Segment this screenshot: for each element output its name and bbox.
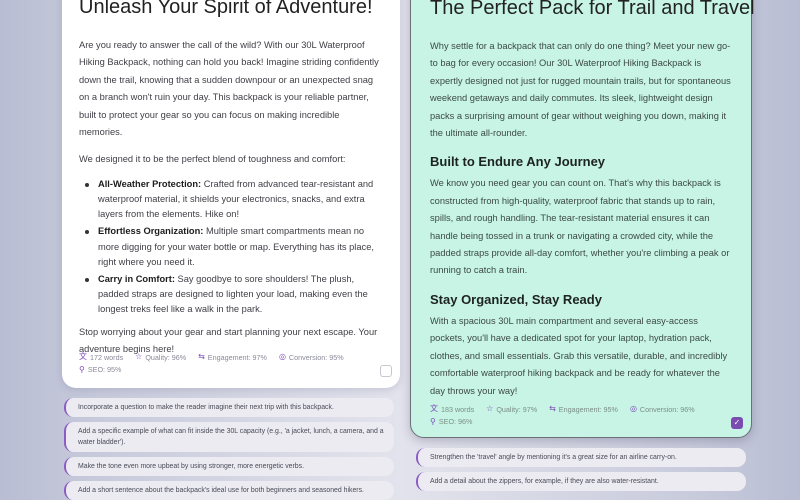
card-body: Why settle for a backpack that can only … [430,38,734,400]
select-checkbox-checked[interactable]: ✓ [731,417,743,429]
suggestion-item[interactable]: Incorporate a question to make the reade… [64,398,394,417]
seo-score: ⚲ SEO: 96% [430,416,473,426]
feature-list: All-Weather Protection: Crafted from adv… [79,177,384,318]
seo-score: ⚲ SEO: 95% [79,364,122,374]
conversion-score: ◎ Conversion: 96% [629,404,695,414]
section-heading: Built to Endure Any Journey [430,154,606,170]
suggestion-list-left: Incorporate a question to make the reade… [64,398,394,500]
quality-score: ☆ Quality: 97% [486,404,538,414]
suggestion-item[interactable]: Make the tone even more upbeat by using … [64,457,394,476]
star-icon: ☆ [486,404,494,413]
section-paragraph: With a spacious 30L main compartment and… [430,315,728,396]
card-stats: 文 172 words ☆ Quality: 96% ⇆ Engagement: 97… [79,352,379,375]
suggestion-item[interactable]: Add a detail about the zippers, for exam… [416,472,746,491]
engagement-score: ⇆ Engagement: 97% [198,352,267,362]
search-icon: ⚲ [79,364,85,374]
star-icon: ☆ [135,352,143,361]
suggestion-item[interactable]: Add a specific example of what can fit i… [64,422,394,452]
suggestion-item[interactable]: Add a short sentence about the backpack'… [64,481,394,500]
section-paragraph: We know you need gear you can count on. … [430,178,730,276]
translate-icon: 文 [430,404,438,413]
translate-icon: 文 [79,352,87,361]
card-body: Are you ready to answer the call of the … [79,37,384,358]
list-item: Carry in Comfort: Say goodbye to sore sh… [79,272,384,318]
target-icon: ◎ [278,352,286,361]
conversion-score: ◎ Conversion: 95% [278,352,344,362]
suggestion-item[interactable]: Strengthen the 'travel' angle by mention… [416,448,746,467]
content-variant-card-1[interactable]: Unleash Your Spirit of Adventure! Are yo… [62,0,400,388]
list-item: Effortless Organization: Multiple smart … [79,224,384,270]
card-stats: 文 183 words ☆ Quality: 97% ⇆ Engagement: 95… [430,404,730,427]
target-icon: ◎ [629,404,637,413]
select-checkbox[interactable] [380,365,392,377]
section-heading: Stay Organized, Stay Ready [430,291,602,307]
swap-arrows-icon: ⇆ [549,404,556,413]
lead-paragraph: We designed it to be the perfect blend o… [79,154,346,165]
suggestion-list-right: Strengthen the 'travel' angle by mention… [416,448,746,496]
intro-paragraph: Are you ready to answer the call of the … [79,40,379,138]
list-item: All-Weather Protection: Crafted from adv… [79,177,384,223]
intro-paragraph: Why settle for a backpack that can only … [430,41,731,139]
word-count: 文 172 words [79,352,124,362]
search-icon: ⚲ [430,416,436,426]
word-count: 文 183 words [430,404,475,414]
engagement-score: ⇆ Engagement: 95% [549,404,618,414]
quality-score: ☆ Quality: 96% [135,352,187,362]
card-title: Unleash Your Spirit of Adventure! [79,0,373,18]
swap-arrows-icon: ⇆ [198,352,205,361]
check-icon: ✓ [733,418,741,427]
content-variant-card-2[interactable]: The Perfect Pack for Trail and Travel Wh… [410,0,755,438]
card-title: The Perfect Pack for Trail and Travel [430,0,755,19]
